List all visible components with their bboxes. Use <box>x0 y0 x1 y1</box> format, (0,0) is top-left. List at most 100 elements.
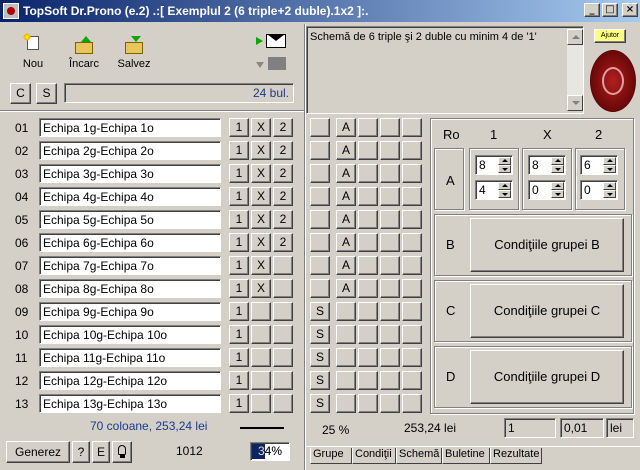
spin-a-x-min[interactable]: 0 <box>528 180 566 200</box>
tab-schemă[interactable]: Schemă <box>396 448 442 464</box>
tab-grupe[interactable]: Grupe <box>310 448 352 464</box>
group-b-conditions-button[interactable]: Condiţiile grupei B <box>470 218 624 272</box>
tab-rezultate[interactable]: Rezultate <box>490 448 542 464</box>
spin-down-icon[interactable] <box>603 165 616 173</box>
tab-condiţii[interactable]: Condiţii <box>352 448 396 464</box>
stake-field[interactable]: 1 <box>504 418 556 438</box>
s-button[interactable]: S <box>36 83 57 104</box>
group-cell[interactable] <box>380 325 400 344</box>
group-cell[interactable]: A <box>336 141 356 160</box>
sign-x-button[interactable] <box>251 348 271 367</box>
sign-s-cell[interactable] <box>310 118 330 137</box>
save-button[interactable]: Salvez <box>114 36 154 70</box>
sign-s-cell[interactable]: S <box>310 348 330 367</box>
sign-1-button[interactable]: 1 <box>229 325 249 344</box>
sign-x-button[interactable]: X <box>251 210 271 229</box>
group-c-conditions-button[interactable]: Condiţiile grupei C <box>470 284 624 338</box>
spin-up-icon[interactable] <box>551 182 564 190</box>
sign-s-cell[interactable] <box>310 279 330 298</box>
sign-1-button[interactable]: 1 <box>229 394 249 413</box>
team-field[interactable]: Echipa 2g-Echipa 2o <box>39 141 221 160</box>
help-button[interactable]: ? <box>72 441 90 463</box>
sign-s-cell[interactable]: S <box>310 371 330 390</box>
team-field[interactable]: Echipa 5g-Echipa 5o <box>39 210 221 229</box>
schema-text-area[interactable]: Schemă de 6 triple şi 2 duble cu minim 4… <box>306 26 584 114</box>
group-cell[interactable] <box>402 210 422 229</box>
group-cell[interactable]: A <box>336 187 356 206</box>
mail-import-icon[interactable] <box>256 32 288 50</box>
sign-x-button[interactable]: X <box>251 256 271 275</box>
spin-down-icon[interactable] <box>551 165 564 173</box>
team-field[interactable]: Echipa 4g-Echipa 4o <box>39 187 221 206</box>
group-cell[interactable] <box>336 302 356 321</box>
sign-2-button[interactable] <box>273 371 293 390</box>
sign-2-button[interactable]: 2 <box>273 233 293 252</box>
team-field[interactable]: Echipa 12g-Echipa 12o <box>39 371 221 390</box>
group-cell[interactable] <box>402 164 422 183</box>
group-cell[interactable] <box>358 302 378 321</box>
minimize-button[interactable]: _ <box>584 3 600 17</box>
lightbulb-button[interactable] <box>112 441 132 463</box>
group-cell[interactable] <box>358 210 378 229</box>
sign-2-button[interactable] <box>273 256 293 275</box>
spin-down-icon[interactable] <box>551 190 564 198</box>
group-cell[interactable] <box>358 256 378 275</box>
sign-s-cell[interactable]: S <box>310 302 330 321</box>
spin-down-icon[interactable] <box>498 190 511 198</box>
group-cell[interactable] <box>358 394 378 413</box>
sign-2-button[interactable] <box>273 348 293 367</box>
team-field[interactable]: Echipa 8g-Echipa 8o <box>39 279 221 298</box>
team-field[interactable]: Echipa 10g-Echipa 10o <box>39 325 221 344</box>
group-cell[interactable] <box>380 302 400 321</box>
team-field[interactable]: Echipa 13g-Echipa 13o <box>39 394 221 413</box>
group-cell[interactable] <box>402 141 422 160</box>
group-cell[interactable] <box>380 187 400 206</box>
group-cell[interactable] <box>402 256 422 275</box>
group-cell[interactable] <box>358 141 378 160</box>
group-cell[interactable]: A <box>336 210 356 229</box>
sign-1-button[interactable]: 1 <box>229 141 249 160</box>
group-cell[interactable] <box>336 394 356 413</box>
team-field[interactable]: Echipa 6g-Echipa 6o <box>39 233 221 252</box>
sign-s-cell[interactable] <box>310 187 330 206</box>
spin-up-icon[interactable] <box>551 157 564 165</box>
spin-a-1-min[interactable]: 4 <box>475 180 513 200</box>
spin-up-icon[interactable] <box>498 182 511 190</box>
group-cell[interactable] <box>402 187 422 206</box>
group-cell[interactable] <box>358 233 378 252</box>
group-cell[interactable] <box>358 325 378 344</box>
team-field[interactable]: Echipa 3g-Echipa 3o <box>39 164 221 183</box>
sign-x-button[interactable] <box>251 325 271 344</box>
sign-2-button[interactable] <box>273 325 293 344</box>
sign-s-cell[interactable]: S <box>310 394 330 413</box>
spin-up-icon[interactable] <box>603 157 616 165</box>
group-cell[interactable] <box>402 302 422 321</box>
group-d-conditions-button[interactable]: Condiţiile grupei D <box>470 350 624 404</box>
sign-2-button[interactable]: 2 <box>273 164 293 183</box>
scroll-down-button[interactable] <box>567 95 583 111</box>
sign-2-button[interactable]: 2 <box>273 210 293 229</box>
group-cell[interactable] <box>380 164 400 183</box>
spin-down-icon[interactable] <box>603 190 616 198</box>
group-cell[interactable] <box>402 394 422 413</box>
sign-x-button[interactable]: X <box>251 279 271 298</box>
group-cell[interactable] <box>380 118 400 137</box>
sign-2-button[interactable] <box>273 394 293 413</box>
sign-x-button[interactable]: X <box>251 118 271 137</box>
group-cell[interactable]: A <box>336 233 356 252</box>
e-button[interactable]: E <box>92 441 110 463</box>
group-cell[interactable] <box>336 371 356 390</box>
spin-a-2-min[interactable]: 0 <box>580 180 618 200</box>
spin-down-icon[interactable] <box>498 165 511 173</box>
sign-x-button[interactable]: X <box>251 164 271 183</box>
c-button[interactable]: C <box>10 83 31 104</box>
sign-1-button[interactable]: 1 <box>229 210 249 229</box>
sign-2-button[interactable] <box>273 279 293 298</box>
group-cell[interactable] <box>380 394 400 413</box>
group-cell[interactable] <box>358 371 378 390</box>
group-cell[interactable] <box>380 279 400 298</box>
group-cell[interactable] <box>402 233 422 252</box>
maximize-button[interactable]: □ <box>602 3 618 17</box>
generate-button[interactable]: Generez <box>6 441 70 463</box>
group-cell[interactable] <box>380 371 400 390</box>
